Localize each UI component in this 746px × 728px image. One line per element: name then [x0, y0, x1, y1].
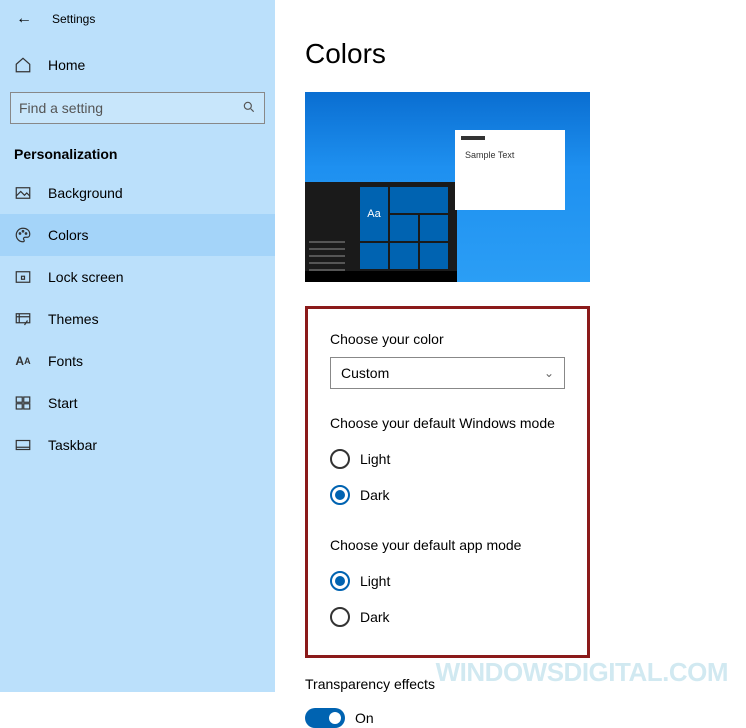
- search-input[interactable]: [10, 92, 265, 124]
- transparency-section: Transparency effects On: [305, 676, 590, 728]
- paint-icon: [14, 310, 32, 328]
- sidebar-item-label: Lock screen: [48, 269, 123, 285]
- radio-icon: [330, 485, 350, 505]
- color-preview: Aa Sample Text: [305, 92, 590, 282]
- select-value: Custom: [341, 365, 389, 381]
- image-icon: [14, 184, 32, 202]
- radio-label: Dark: [360, 609, 390, 625]
- windows-mode-group: Choose your default Windows mode Light D…: [330, 415, 565, 513]
- radio-label: Dark: [360, 487, 390, 503]
- transparency-label: Transparency effects: [305, 676, 590, 692]
- sidebar: ← Settings Home Personalization Backgrou…: [0, 0, 275, 692]
- sidebar-item-label: Taskbar: [48, 437, 97, 453]
- taskbar-icon: [14, 436, 32, 454]
- preview-sample-text: Sample Text: [455, 140, 565, 160]
- app-mode-light[interactable]: Light: [330, 563, 565, 599]
- radio-label: Light: [360, 451, 390, 467]
- app-mode-label: Choose your default app mode: [330, 537, 565, 553]
- sidebar-item-taskbar[interactable]: Taskbar: [0, 424, 275, 466]
- page-title: Colors: [305, 38, 716, 70]
- back-button[interactable]: ←: [14, 10, 34, 28]
- search-container: [0, 84, 275, 130]
- start-icon: [14, 394, 32, 412]
- sidebar-item-colors[interactable]: Colors: [0, 214, 275, 256]
- main-content: Colors Aa Sample Text Choose your color …: [275, 0, 746, 692]
- lock-screen-icon: [14, 268, 32, 286]
- choose-color-select[interactable]: Custom ⌄: [330, 357, 565, 389]
- sidebar-item-lock-screen[interactable]: Lock screen: [0, 256, 275, 298]
- app-mode-group: Choose your default app mode Light Dark: [330, 537, 565, 635]
- preview-window: Sample Text: [455, 130, 565, 210]
- header: ← Settings: [0, 8, 275, 46]
- windows-mode-label: Choose your default Windows mode: [330, 415, 565, 431]
- radio-icon: [330, 607, 350, 627]
- sidebar-item-background[interactable]: Background: [0, 172, 275, 214]
- chevron-down-icon: ⌄: [544, 366, 554, 380]
- radio-icon: [330, 571, 350, 591]
- section-header: Personalization: [0, 130, 275, 172]
- sidebar-item-start[interactable]: Start: [0, 382, 275, 424]
- sidebar-item-fonts[interactable]: AA Fonts: [0, 340, 275, 382]
- sidebar-item-home[interactable]: Home: [0, 46, 275, 84]
- highlighted-section: Choose your color Custom ⌄ Choose your d…: [305, 306, 590, 658]
- sidebar-item-label: Start: [48, 395, 78, 411]
- toggle-value: On: [355, 710, 374, 726]
- app-mode-dark[interactable]: Dark: [330, 599, 565, 635]
- home-icon: [14, 56, 32, 74]
- search-field[interactable]: [19, 100, 242, 116]
- sidebar-item-label: Home: [48, 57, 85, 73]
- preview-tile-aa: Aa: [360, 187, 388, 241]
- sidebar-item-themes[interactable]: Themes: [0, 298, 275, 340]
- sidebar-item-label: Fonts: [48, 353, 83, 369]
- windows-mode-light[interactable]: Light: [330, 441, 565, 477]
- sidebar-item-label: Colors: [48, 227, 88, 243]
- sidebar-item-label: Themes: [48, 311, 99, 327]
- choose-color-label: Choose your color: [330, 331, 565, 347]
- radio-icon: [330, 449, 350, 469]
- transparency-toggle[interactable]: [305, 708, 345, 728]
- windows-mode-dark[interactable]: Dark: [330, 477, 565, 513]
- palette-icon: [14, 226, 32, 244]
- app-title: Settings: [52, 12, 95, 26]
- radio-label: Light: [360, 573, 390, 589]
- search-icon: [242, 100, 256, 117]
- preview-start-menu: Aa: [305, 182, 457, 282]
- sidebar-item-label: Background: [48, 185, 123, 201]
- font-icon: AA: [14, 352, 32, 370]
